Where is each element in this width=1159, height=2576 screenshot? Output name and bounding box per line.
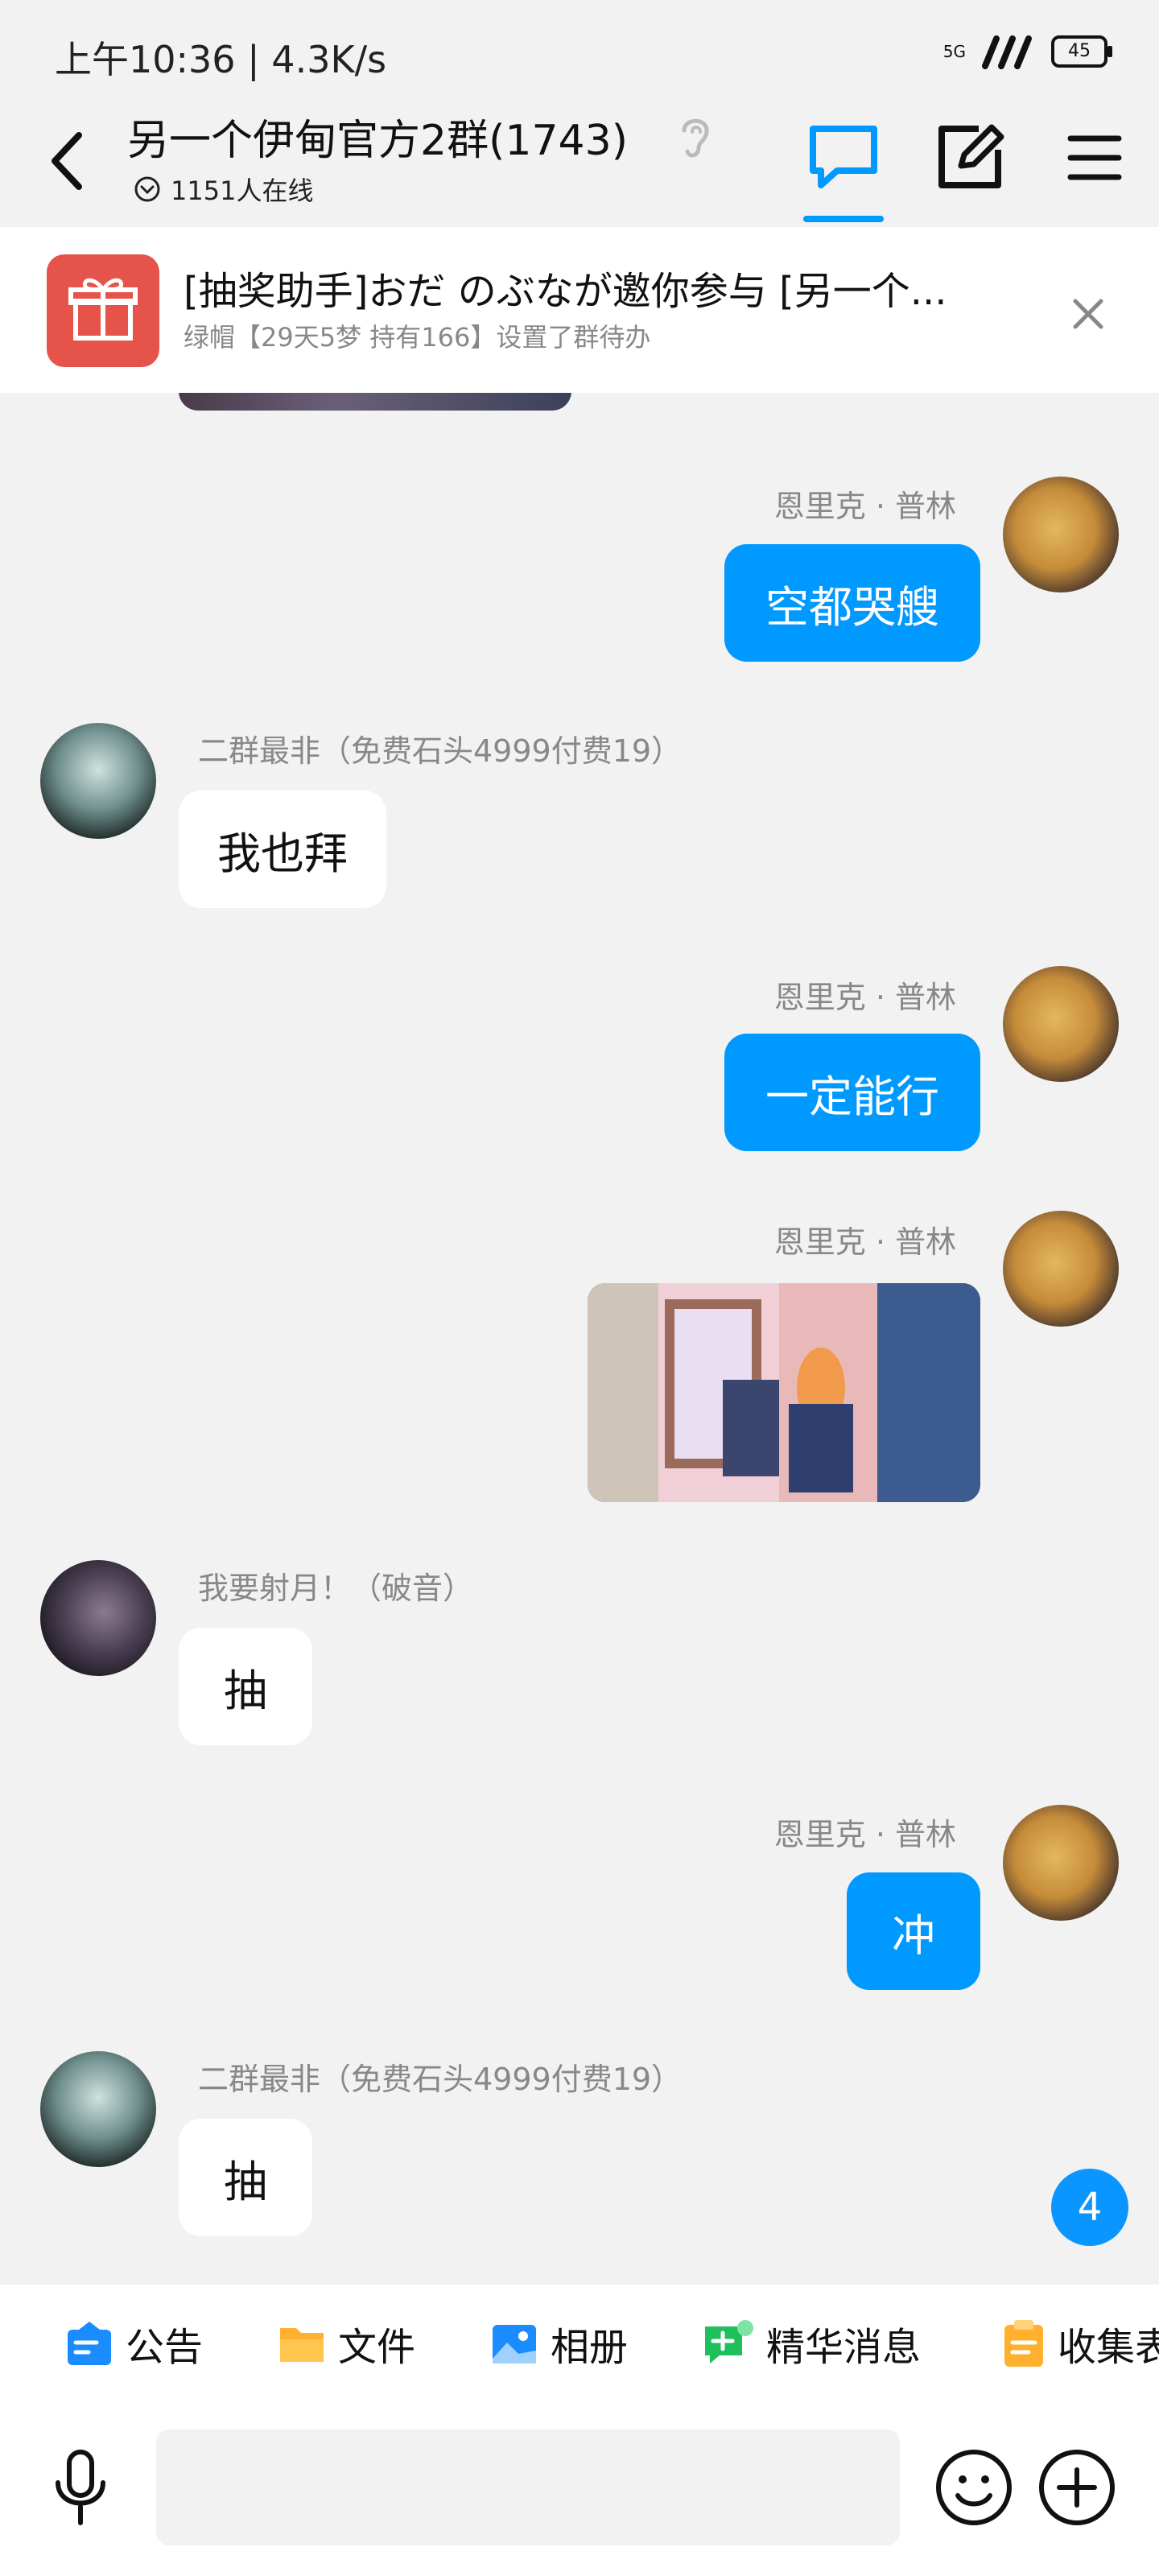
message-bubble[interactable]: 冲 (847, 1872, 980, 1990)
tab-chat[interactable] (805, 121, 882, 193)
avatar[interactable] (1003, 966, 1119, 1082)
feature-essence[interactable]: 精华消息 (702, 2315, 921, 2372)
avatar[interactable] (1003, 1805, 1119, 1921)
feature-label: 相册 (551, 2325, 629, 2370)
avatar[interactable] (1003, 477, 1119, 592)
avatar[interactable] (1003, 1211, 1119, 1327)
sender-name: 我要射月！（破音） (198, 1571, 474, 1606)
close-icon[interactable] (1064, 290, 1112, 338)
sender-name: 恩里克 · 普林 (773, 1224, 956, 1260)
tab-edit[interactable] (934, 121, 1006, 193)
message-image[interactable] (179, 393, 571, 411)
essence-icon (705, 2320, 753, 2363)
folder-icon (280, 2328, 324, 2362)
group-title[interactable]: 另一个伊甸官方2群(1743) (127, 106, 628, 167)
network-type: 5G (942, 42, 966, 61)
chevron-circle-icon[interactable] (134, 175, 161, 203)
sender-name: 恩里克 · 普林 (773, 1817, 956, 1852)
message-image[interactable] (588, 1283, 980, 1502)
pinned-title[interactable]: [抽奖助手]おだ のぶなが邀你参与 [另一个... (184, 259, 988, 316)
unread-badge[interactable]: 4 (1051, 2169, 1128, 2246)
message-bubble[interactable]: 抽 (179, 1628, 312, 1745)
back-button[interactable] (43, 129, 92, 193)
feature-label: 公告 (126, 2325, 204, 2370)
feature-announcement[interactable]: 公告 (64, 2315, 203, 2372)
battery-icon: 45 (1051, 35, 1112, 68)
feature-label: 文件 (338, 2325, 416, 2370)
pinned-subtitle: 绿帽【29天5梦 持有166】设置了群待办 (184, 322, 651, 353)
sender-name: 恩里克 · 普林 (773, 980, 956, 1015)
message-bubble[interactable]: 空都哭艘 (724, 544, 980, 662)
avatar[interactable] (40, 2051, 156, 2167)
album-icon (493, 2325, 536, 2363)
message-bubble[interactable]: 一定能行 (724, 1034, 980, 1151)
message-bubble[interactable]: 我也拜 (179, 791, 386, 908)
announcement-icon (68, 2322, 111, 2365)
status-time: 上午10:36 | 4.3K/s (55, 38, 387, 81)
online-status: 1151人在线 (134, 171, 313, 208)
clipboard-icon (1004, 2320, 1043, 2367)
tab-active-indicator (803, 216, 884, 222)
gift-icon (47, 254, 159, 367)
avatar[interactable] (40, 1560, 156, 1676)
microphone-icon[interactable] (50, 2447, 111, 2528)
sender-name: 二群最非（免费石头4999付费19） (198, 2062, 683, 2097)
sender-name: 二群最非（免费石头4999付费19） (198, 733, 683, 769)
status-indicators: 5G 45 (942, 34, 1112, 69)
plus-icon[interactable] (1037, 2447, 1117, 2528)
online-count: 1151人在线 (171, 175, 314, 206)
menu-icon[interactable] (1066, 129, 1124, 187)
ear-icon[interactable] (676, 113, 713, 161)
feature-collect[interactable]: 收集表 (1001, 2315, 1159, 2372)
feature-files[interactable]: 文件 (277, 2315, 415, 2372)
message-bubble[interactable]: 抽 (179, 2119, 312, 2236)
feature-label: 收集表 (1058, 2325, 1159, 2370)
sender-name: 恩里克 · 普林 (773, 489, 956, 524)
avatar[interactable] (40, 723, 156, 839)
message-input[interactable] (156, 2429, 900, 2545)
signal-icon (982, 35, 1032, 69)
feature-label: 精华消息 (766, 2325, 922, 2370)
feature-album[interactable]: 相册 (489, 2315, 628, 2372)
chat-messages[interactable]: 恩里克 · 普林 空都哭艘 二群最非（免费石头4999付费19） 我也拜 恩里克… (0, 393, 1159, 2285)
emoji-icon[interactable] (934, 2447, 1014, 2528)
